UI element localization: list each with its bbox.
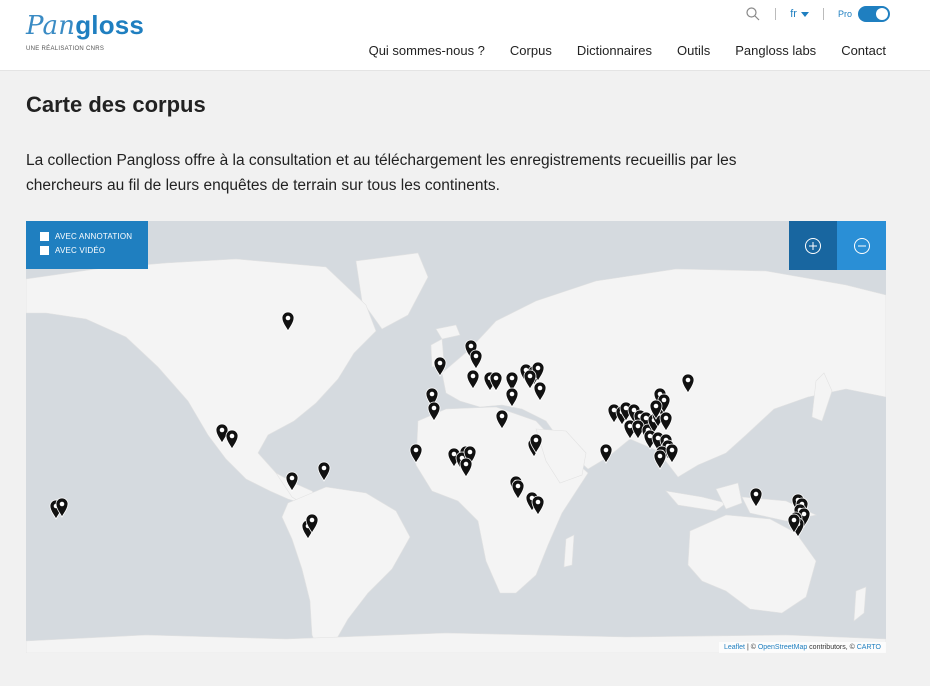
logo-text-bold: gloss (75, 10, 145, 40)
nav-item-qui-sommes-nous[interactable]: Qui sommes-nous ? (369, 43, 485, 58)
divider (822, 8, 824, 20)
nav-item-pangloss-labs[interactable]: Pangloss labs (735, 43, 816, 58)
map-pin-icon[interactable] (653, 449, 667, 470)
osm-link[interactable]: OpenStreetMap (758, 644, 807, 651)
leaflet-link[interactable]: Leaflet (724, 644, 745, 651)
language-select[interactable]: fr (790, 8, 809, 20)
corpus-map[interactable]: AVEC ANNOTATION AVEC VIDÉO Leaflet | © O… (26, 221, 886, 653)
plus-circle-icon (805, 237, 821, 254)
zoom-in-button[interactable] (789, 221, 837, 270)
filter-annotation[interactable]: AVEC ANNOTATION (40, 232, 148, 241)
logo-subtitle: UNE RÉALISATION CNRS (26, 46, 105, 52)
page-intro: La collection Pangloss offre à la consul… (26, 152, 737, 194)
logo-text-light: Pan (26, 11, 76, 41)
utility-bar: fr Pro (745, 6, 890, 22)
main-nav: Qui sommes-nous ? Corpus Dictionnaires O… (369, 43, 886, 58)
map-pin-icon[interactable] (317, 461, 331, 482)
zoom-controls (789, 221, 886, 270)
divider (775, 8, 777, 20)
chevron-down-icon (800, 11, 809, 17)
zoom-out-button[interactable] (837, 221, 886, 270)
page-title: Carte des corpus (26, 92, 206, 117)
filter-label: AVEC VIDÉO (55, 246, 106, 255)
minus-circle-icon (853, 237, 870, 254)
video-checkbox[interactable] (40, 246, 49, 255)
filter-panel: AVEC ANNOTATION AVEC VIDÉO (26, 221, 148, 269)
annotation-checkbox[interactable] (40, 232, 49, 241)
filter-label: AVEC ANNOTATION (55, 232, 133, 241)
pro-toggle[interactable] (858, 6, 890, 22)
nav-item-dictionnaires[interactable]: Dictionnaires (577, 43, 652, 58)
pro-label: Pro (837, 9, 852, 19)
toggle-knob (876, 8, 888, 20)
attribution-text: | © (745, 644, 758, 651)
world-basemap[interactable] (26, 221, 886, 653)
filter-video[interactable]: AVEC VIDÉO (40, 246, 148, 255)
pangloss-logo[interactable]: Pangloss (26, 10, 144, 41)
map-attribution: Leaflet | © OpenStreetMap contributors, … (718, 642, 886, 653)
nav-item-corpus[interactable]: Corpus (510, 43, 552, 58)
nav-item-outils[interactable]: Outils (677, 43, 710, 58)
language-label: fr (790, 8, 797, 20)
attribution-text: contributors, © (807, 644, 857, 651)
carto-link[interactable]: CARTO (857, 644, 881, 651)
search-icon[interactable] (745, 6, 761, 22)
nav-item-contact[interactable]: Contact (841, 43, 886, 58)
site-header: Pangloss UNE RÉALISATION CNRS fr Pro Qui… (0, 0, 930, 71)
